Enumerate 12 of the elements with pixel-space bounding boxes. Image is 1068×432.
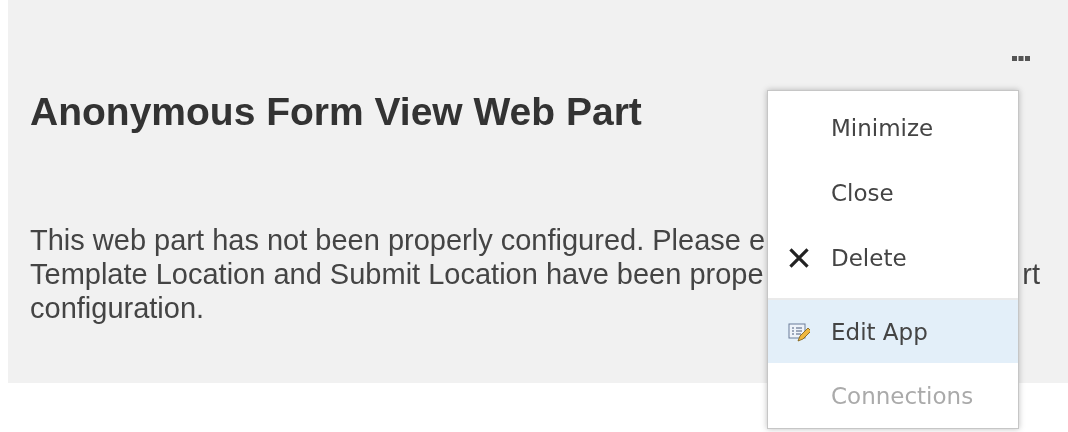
message-text: Template Location and Submit Location have been prope (30, 257, 764, 291)
message-text: configuration. (30, 291, 205, 325)
close-icon (788, 246, 810, 269)
message-text: rt (1022, 257, 1040, 291)
edit-icon (788, 320, 810, 343)
menu-item[interactable]: Edit App (768, 298, 1018, 363)
menu-item[interactable]: Delete (768, 225, 1018, 290)
menu-item[interactable]: Minimize (768, 95, 1018, 160)
menu-item[interactable]: Close (768, 160, 1018, 225)
web-part-title: Anonymous Form View Web Part (30, 90, 642, 134)
message-text: This web part has not been properly configured. Please e (30, 223, 766, 257)
more-options-icon[interactable] (1012, 56, 1030, 61)
